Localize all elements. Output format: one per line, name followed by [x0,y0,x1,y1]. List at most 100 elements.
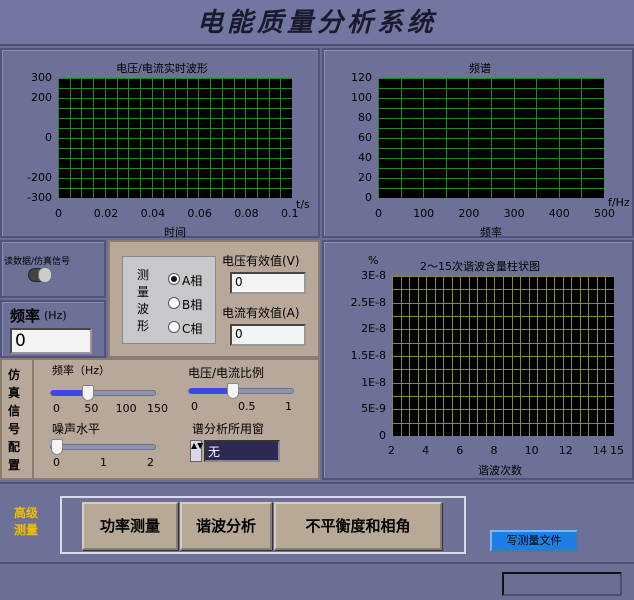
advanced-section: 高级 测量 功率测量 谐波分析 不平衡度和相角 写测量文件 [0,482,634,562]
app-title: 电能质量分析系统 [0,0,634,46]
phase-radio-label: C相 [182,322,203,336]
power-measure-button[interactable]: 功率测量 [82,502,178,550]
harmonic-x-tick: 10 [524,444,539,457]
harmonic-x-tick: 15 [610,444,624,457]
harmonic-x-tick: 8 [490,444,498,457]
noise-slider-label: 噪声水平 [52,422,101,436]
harmonic-x-tick: 4 [422,444,430,457]
write-file-button[interactable]: 写测量文件 [490,530,578,552]
waveform-panel: 电压/电流实时波形 300 200 0 -200 -300 0 0.02 0.04 0.06 0… [0,48,320,239]
phase-radio-label: A相 [182,274,203,288]
spectrum-y-tick: 40 [358,151,372,164]
vertical-label-char: 波 [137,302,150,316]
window-spinner[interactable]: ▲▼ [190,440,203,462]
freq-slider-tick: 150 [147,402,168,415]
harmonic-y-tick: 2.5E-8 [350,295,386,309]
spectrum-grid [378,78,604,198]
frequency-value: 0 [10,328,92,354]
harmonic-x-tick: 14 [592,444,607,457]
phase-radio[interactable] [168,321,180,333]
phase-radio[interactable] [168,273,180,285]
spectrum-x-unit: f/Hz [608,196,630,209]
harmonic-y-tick: 0 [379,429,386,442]
ratio-slider-tick: 0.5 [238,400,256,413]
status-bar [0,562,634,600]
sim-config-panel: 仿真信号配置 频率（Hz） 0 50 100 150 电压/电流比例 0 0.5 1 噪声… [0,358,320,480]
voltage-rms-value: 0 [230,272,306,294]
vertical-label-char: 仿 [8,368,21,382]
waveform-y-tick: 300 [31,71,52,84]
advanced-label-1: 高级 [14,506,39,520]
spectrum-x-tick: 100 [413,207,435,220]
harmonic-plot[interactable] [392,276,614,436]
noise-slider-thumb[interactable] [51,439,63,455]
vertical-label-char: 置 [8,458,21,472]
freq-slider[interactable] [50,385,156,401]
harmonic-analysis-button[interactable]: 谐波分析 [180,502,272,550]
waveform-x-tick: 0.04 [140,207,166,220]
status-field [502,572,622,596]
noise-slider-tick: 1 [100,456,107,469]
phase-radio-label: B相 [182,298,203,312]
source-switch-label: 读数据/仿真信号 [4,257,71,267]
spectrum-x-tick: 200 [458,207,480,220]
noise-slider-tick: 2 [147,456,154,469]
advanced-button-group: 功率测量 谐波分析 不平衡度和相角 [60,496,466,554]
sim-config-label: 仿真信号配置 [8,366,22,474]
current-rms-label: 电流有效值(A) [222,306,300,320]
advanced-label-2: 测量 [14,523,39,537]
vertical-label-char: 信 [8,404,21,418]
noise-slider-tick: 0 [53,456,60,469]
ratio-slider[interactable] [188,383,294,399]
frequency-unit: (Hz) [44,309,67,322]
freq-slider-tick: 50 [84,402,99,415]
vertical-label-char: 测 [137,268,150,282]
voltage-rms-label: 电压有效值(V) [222,254,300,268]
window-label: 谱分析所用窗 [192,422,265,436]
harmonic-y-unit: % [368,254,379,267]
phase-select-box: 测量波形 A相 B相 C相 [122,256,216,344]
spectrum-y-tick: 20 [358,171,372,184]
harmonic-x-tick: 6 [456,444,464,457]
freq-slider-label: 频率（Hz） [52,364,111,377]
frequency-label: 频率 [10,307,41,325]
noise-slider[interactable] [50,439,156,455]
spectrum-plot[interactable] [378,78,604,198]
harmonic-panel: 2～15次谐波含量柱状图 % 3E-8 2.5E-8 2E-8 1.5E-8 1E-8 5… [322,240,634,480]
waveform-x-unit: t/s [296,198,310,211]
ratio-slider-tick: 0 [191,400,198,413]
window-select[interactable]: 无 [204,440,280,462]
spectrum-x-tick: 400 [548,207,570,220]
waveform-y-tick: -200 [27,171,52,184]
harmonic-y-tick: 5E-9 [361,402,386,416]
waveform-grid [58,78,292,198]
source-switch-panel: 读数据/仿真信号 [0,240,106,298]
vertical-label-char: 真 [8,386,21,400]
waveform-x-tick: 0.02 [93,207,119,220]
ratio-slider-thumb[interactable] [226,383,239,399]
current-rms-value: 0 [230,324,306,346]
vertical-label-char: 量 [137,285,150,299]
harmonic-y-tick: 1E-8 [361,375,386,389]
freq-slider-tick: 0 [53,402,60,415]
ratio-slider-tick: 1 [285,400,292,413]
waveform-x-tick: 0.06 [187,207,212,220]
waveform-plot[interactable] [58,78,292,198]
waveform-x-tick: 0 [55,207,62,220]
harmonic-y-tick: 3E-8 [361,269,386,282]
measure-panel: 测量波形 A相 B相 C相 电压有效值(V) 0 电流有效值(A) 0 [108,240,320,358]
waveform-y-tick: 0 [45,131,52,144]
frequency-panel: 频率 (Hz) 0 [0,300,106,358]
vertical-label-char: 配 [8,440,21,454]
spectrum-y-tick: 60 [358,131,372,144]
freq-slider-thumb[interactable] [82,385,95,401]
waveform-x-tick: 0.08 [234,207,259,220]
harmonic-grid [392,276,614,436]
spectrum-y-tick: 80 [358,111,372,124]
harmonic-x-tick: 12 [558,444,573,457]
source-toggle-switch[interactable] [28,267,52,283]
unbalance-phase-button[interactable]: 不平衡度和相角 [274,502,442,550]
phase-radio[interactable] [168,297,180,309]
sim-divider [32,360,34,478]
spectrum-x-tick: 300 [503,207,525,220]
